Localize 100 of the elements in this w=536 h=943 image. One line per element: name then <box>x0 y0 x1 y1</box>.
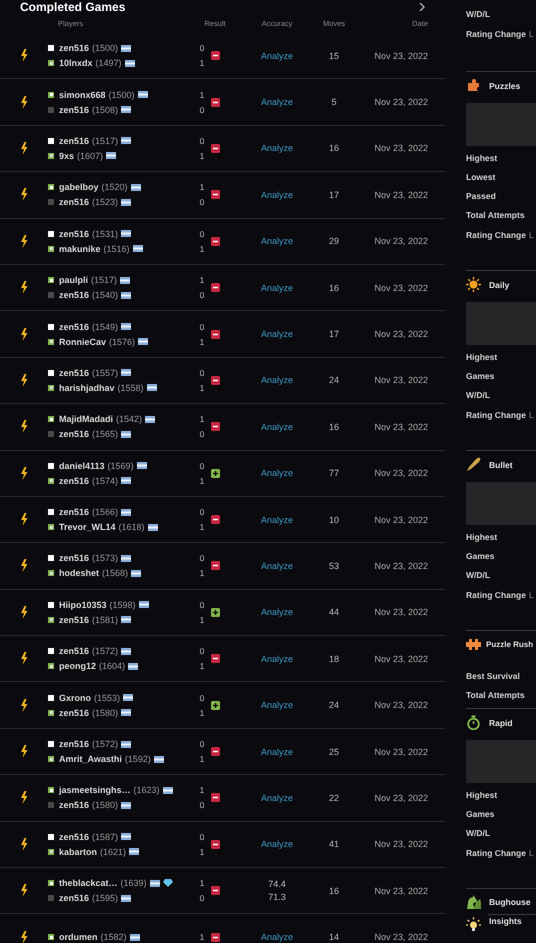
player-name[interactable]: zen516 <box>59 614 90 625</box>
player-name[interactable]: zen516 <box>59 476 90 486</box>
analyze-link[interactable]: Analyze <box>260 932 294 942</box>
player-name[interactable]: RonnieCav <box>59 336 106 347</box>
analyze-link[interactable]: Analyze <box>260 97 294 108</box>
analyze-link[interactable]: Analyze <box>260 792 294 803</box>
player-name[interactable]: Amrit_Awasthi <box>59 754 122 764</box>
score: 0 <box>200 290 204 300</box>
player-name[interactable]: zen516 <box>59 429 90 440</box>
game-date: Nov 23, 2022 <box>374 932 428 942</box>
section-title[interactable]: Rapid <box>489 718 513 728</box>
analyze-link[interactable]: Analyze <box>260 282 294 293</box>
player-name[interactable]: zen516 <box>59 322 90 332</box>
player-name[interactable]: zen516 <box>59 136 90 146</box>
analyze-link[interactable]: Analyze <box>260 329 294 340</box>
player-rating: (1581) <box>92 614 118 625</box>
player-rating: (1598) <box>110 600 136 610</box>
player-name[interactable]: zen516 <box>59 507 90 518</box>
stat-label: Highest <box>466 152 498 165</box>
player-rating: (1497) <box>96 58 122 68</box>
player-name[interactable]: zen516 <box>59 368 90 378</box>
player-name[interactable]: zen516 <box>59 553 90 564</box>
flag-icon <box>131 570 142 577</box>
player-name[interactable]: 10lnxdx <box>59 58 93 68</box>
player-name[interactable]: simonx668 <box>59 90 106 100</box>
lightning-icon <box>20 930 28 943</box>
analyze-link[interactable]: Analyze <box>260 746 294 757</box>
player-name[interactable]: zen516 <box>59 800 90 810</box>
analyze-link[interactable]: Analyze <box>260 50 294 61</box>
section-title[interactable]: Daily <box>489 280 510 290</box>
analyze-link[interactable]: Analyze <box>260 700 294 710</box>
analyze-link[interactable]: Analyze <box>260 236 294 246</box>
stat-label: Highest <box>466 530 498 544</box>
player-name[interactable]: zen516 <box>59 290 90 300</box>
player-name[interactable]: paulpli <box>59 275 88 286</box>
player-name[interactable]: hodeshet <box>59 568 100 578</box>
player-name[interactable]: zen516 <box>59 893 90 904</box>
lightning-icon <box>20 745 28 758</box>
analyze-link[interactable]: Analyze <box>260 468 294 478</box>
player-name[interactable]: zen516 <box>59 832 90 842</box>
player-rating: (1580) <box>92 708 118 718</box>
analyze-link[interactable]: Analyze <box>260 375 294 386</box>
analyze-link[interactable]: Analyze <box>260 514 294 525</box>
player-rating: (1553) <box>94 692 120 703</box>
player-name[interactable]: 9xs <box>59 150 74 161</box>
analyze-link[interactable]: Analyze <box>260 422 294 432</box>
stat-label: Total Attempts <box>466 208 526 222</box>
section-title[interactable]: Puzzle Rush <box>486 640 534 649</box>
player-name[interactable]: zen516 <box>59 646 90 656</box>
lightning-icon <box>20 652 28 666</box>
player-name[interactable]: jasmeetsinghs… <box>59 785 131 796</box>
player-name[interactable]: daniel4113 <box>59 460 105 471</box>
stopwatch-icon <box>466 715 481 730</box>
player-name[interactable]: zen516 <box>59 228 90 239</box>
score: 1 <box>200 275 204 286</box>
player-rating: (1587) <box>92 832 118 842</box>
analyze-link[interactable]: Analyze <box>260 839 294 850</box>
analyze-link[interactable]: Analyze <box>260 607 294 618</box>
player-name[interactable]: zen516 <box>59 43 90 54</box>
player-name[interactable]: zen516 <box>59 708 90 718</box>
lightning-icon <box>20 281 28 294</box>
player-name[interactable]: peong12 <box>59 661 96 672</box>
flag-icon <box>128 662 138 670</box>
player-name[interactable]: gabelboy <box>59 182 99 192</box>
section-title[interactable]: Insights <box>489 916 522 926</box>
flag-icon <box>121 430 132 438</box>
player-name[interactable]: harishjadhav <box>59 382 115 393</box>
stat-label: Lowest <box>466 170 496 184</box>
stat-value: L <box>528 848 534 858</box>
analyze-link[interactable]: Analyze <box>260 560 294 571</box>
player-name[interactable]: MajidMadadi <box>59 414 114 424</box>
moves-count: 17 <box>328 190 339 200</box>
section-title[interactable]: Bughouse <box>489 896 531 906</box>
analyze-link[interactable]: Analyze <box>260 143 294 154</box>
player-rating: (1574) <box>92 476 118 486</box>
game-date: Nov 23, 2022 <box>374 468 428 478</box>
player-rating: (1566) <box>92 507 118 518</box>
player-rating: (1500) <box>92 43 118 54</box>
section-title[interactable]: Bullet <box>489 460 513 470</box>
player-name[interactable]: zen516 <box>59 197 90 208</box>
stat-label: W/D/L <box>466 568 492 582</box>
analyze-link[interactable]: Analyze <box>260 654 294 664</box>
player-name[interactable]: kabarton <box>59 846 98 857</box>
section-title[interactable]: Puzzles <box>489 80 520 90</box>
player-name[interactable]: zen516 <box>59 104 90 115</box>
analyze-link[interactable]: Analyze <box>260 190 294 200</box>
player-rating: (1508) <box>92 104 118 115</box>
stat-label: Passed <box>466 190 497 202</box>
score: 1 <box>200 336 204 347</box>
player-name[interactable]: ordumen <box>59 932 98 942</box>
player-name[interactable]: Trevor_WL14 <box>59 522 116 532</box>
player-name[interactable]: Gxrono <box>59 692 92 703</box>
player-name[interactable]: makunike <box>59 244 101 254</box>
chevron-right-icon[interactable] <box>419 2 425 10</box>
player-name[interactable]: zen516 <box>59 739 90 750</box>
game-date: Nov 23, 2022 <box>374 607 428 618</box>
player-rating: (1569) <box>108 460 134 471</box>
score: 1 <box>200 754 204 764</box>
player-name[interactable]: Hiipo10353 <box>59 600 107 610</box>
player-name[interactable]: theblackcat… <box>59 878 118 888</box>
